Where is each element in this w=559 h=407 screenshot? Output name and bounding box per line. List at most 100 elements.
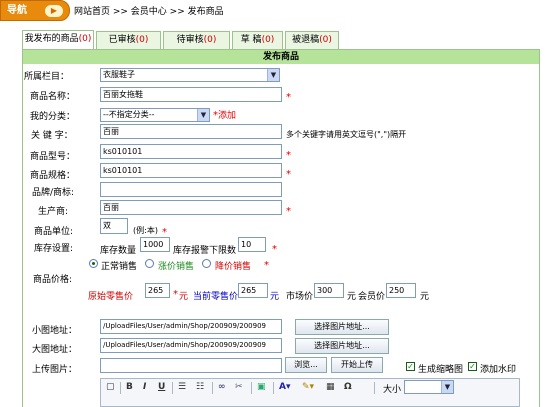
italic-icon[interactable]: I: [143, 382, 146, 392]
category-select[interactable]: 衣服鞋子 ▼: [100, 68, 280, 82]
market-price-input[interactable]: 300: [314, 283, 344, 298]
watermark-checkbox[interactable]: ✓: [468, 362, 477, 371]
mycat-select[interactable]: --不指定分类-- ▼: [100, 108, 210, 122]
small-img-input[interactable]: /UploadFiles/User/admin/Shop/200909/2009…: [100, 319, 282, 334]
unit-label: 商品单位:: [34, 227, 74, 237]
toolbar-separator: [273, 382, 274, 394]
sale-option-drop: 降价销售: [215, 262, 252, 272]
spec-input[interactable]: ks010101: [100, 163, 282, 178]
toolbar-separator: [120, 382, 121, 394]
browse-button[interactable]: 浏览...: [285, 357, 327, 373]
underline-icon[interactable]: U: [158, 382, 165, 392]
breadcrumb: 网站首页 >> 会员中心 >> 发布商品: [74, 7, 224, 17]
model-input[interactable]: ks010101: [100, 144, 282, 159]
member-price-input[interactable]: 250: [386, 283, 416, 298]
mycat-label: 我的分类：: [30, 112, 76, 122]
chevron-down-icon: ▼: [197, 109, 209, 121]
special-char-icon[interactable]: Ω: [344, 382, 352, 392]
toolbar-separator: [172, 382, 173, 394]
tab-label: 待审核: [176, 35, 204, 45]
keyword-input[interactable]: 百丽: [100, 124, 282, 139]
new-doc-icon[interactable]: ▢: [106, 382, 115, 392]
orig-price-unit: 元: [179, 292, 189, 302]
tab-label: 我发布的商品: [24, 34, 79, 44]
name-label: 商品名称：: [30, 92, 76, 102]
upload-button[interactable]: 开始上传: [331, 357, 383, 373]
market-price-unit: 元: [347, 292, 357, 302]
panel-title: 发布商品: [23, 50, 539, 64]
brand-input[interactable]: [100, 182, 282, 197]
market-price-label: 市场价: [286, 292, 314, 302]
tab-approved[interactable]: 已审核(0): [96, 31, 161, 50]
model-label: 商品型号：: [30, 152, 76, 162]
big-img-label: 大图地址：: [32, 345, 78, 355]
thumbnail-label: 生成缩略图: [418, 365, 464, 375]
upload-file-input[interactable]: [100, 358, 282, 373]
required-mark: *: [286, 92, 291, 103]
radio-drop-sale[interactable]: [202, 259, 211, 268]
maker-label: 生产商:: [38, 207, 69, 217]
category-value: 衣服鞋子: [103, 70, 135, 79]
tab-count: (0): [319, 35, 332, 45]
tab-count: (0): [203, 35, 217, 45]
tab-count: (0): [135, 35, 149, 45]
toolbar-separator: [374, 382, 375, 394]
unit-input[interactable]: 双: [100, 218, 128, 234]
orig-price-input[interactable]: 265: [145, 283, 170, 298]
arrow-right-icon: ▶: [45, 5, 63, 17]
big-img-input[interactable]: /UploadFiles/User/admin/Shop/200909/2009…: [100, 338, 282, 353]
tab-label: 草 稿: [240, 35, 262, 45]
tab-rejected[interactable]: 被退稿(0): [285, 31, 339, 50]
required-mark: *: [264, 260, 269, 271]
product-name-input[interactable]: 百丽女拖鞋: [100, 87, 282, 102]
stock-qty-input[interactable]: 1000: [140, 237, 170, 252]
cur-price-input[interactable]: 265: [238, 283, 268, 298]
tab-drafts[interactable]: 草 稿(0): [232, 31, 283, 50]
add-link-label: 添加: [218, 111, 237, 121]
tab-label: 已审核: [108, 35, 136, 45]
upload-label: 上传图片：: [32, 365, 78, 375]
keyword-label: 关 键 字：: [31, 131, 73, 141]
unit-hint: (例:本): [133, 226, 158, 235]
font-size-select[interactable]: ▼: [404, 380, 454, 394]
tab-pending[interactable]: 待审核(0): [163, 31, 230, 50]
member-price-label: 会员价: [358, 292, 386, 302]
highlight-icon[interactable]: ✎▾: [302, 382, 314, 392]
required-mark: *: [173, 289, 178, 300]
ordered-list-icon[interactable]: ☰: [178, 382, 186, 392]
required-mark: *: [272, 244, 277, 255]
font-color-icon[interactable]: A▾: [279, 382, 290, 392]
choose-small-img-button[interactable]: 选择图片地址...: [295, 319, 389, 335]
bullet-list-icon[interactable]: ☷: [196, 382, 204, 392]
radio-raise-sale[interactable]: [145, 259, 154, 268]
toolbar-separator: [251, 382, 252, 394]
image-icon[interactable]: ▣: [257, 382, 266, 392]
chevron-down-icon: ▼: [267, 69, 279, 81]
choose-big-img-button[interactable]: 选择图片地址...: [295, 338, 389, 354]
keyword-hint: 多个关键字请用英文逗号(",")隔开: [286, 130, 407, 139]
nav-button[interactable]: 导航 ▶: [0, 0, 70, 21]
required-mark: *: [286, 150, 291, 161]
nav-label: 导航: [7, 5, 27, 16]
required-mark: *: [286, 169, 291, 180]
unlink-icon[interactable]: ✂: [235, 382, 243, 392]
tab-count: (0): [261, 35, 275, 45]
tab-my-products[interactable]: 我发布的商品(0): [22, 30, 94, 50]
font-size-label: 大小: [383, 385, 402, 395]
stock-alarm-input[interactable]: 10: [238, 237, 266, 252]
stock-alarm-label: 库存报警下限数: [173, 246, 237, 256]
spec-label: 商品规格：: [30, 171, 76, 181]
bold-icon[interactable]: B: [126, 382, 133, 392]
link-icon[interactable]: ∞: [218, 382, 226, 392]
table-icon[interactable]: ▦: [326, 382, 335, 392]
sale-option-raise: 涨价销售: [158, 262, 195, 272]
mycat-add-link[interactable]: *添加: [213, 108, 236, 121]
stock-qty-label: 库存数量: [100, 246, 137, 256]
tab-count: (0): [78, 34, 92, 44]
category-label: 所属栏目：: [24, 72, 70, 82]
brand-label: 品牌/商标:: [32, 188, 75, 198]
watermark-label: 添加水印: [480, 365, 517, 375]
radio-normal-sale[interactable]: [89, 259, 98, 268]
thumbnail-checkbox[interactable]: ✓: [406, 362, 415, 371]
maker-input[interactable]: 百丽: [100, 200, 282, 215]
